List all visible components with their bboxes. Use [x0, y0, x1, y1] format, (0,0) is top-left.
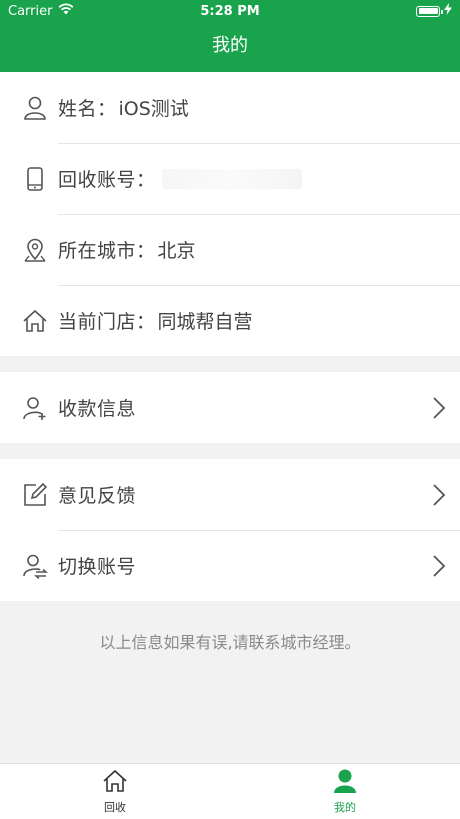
- section-gap: [0, 356, 460, 372]
- profile-label: 回收账号：: [58, 169, 156, 191]
- chevron-right-icon: [432, 372, 446, 443]
- charging-icon: [444, 3, 452, 19]
- tab-label: 我的: [334, 801, 356, 814]
- profile-value: 北京: [157, 240, 196, 262]
- account-value-redacted: [161, 168, 302, 189]
- battery-icon: [416, 5, 443, 17]
- menu-label: 收款信息: [58, 398, 137, 420]
- info-notice: 以上信息如果有误,请联系城市经理。: [99, 633, 361, 652]
- section-gap: [0, 443, 460, 459]
- page-title: 我的: [212, 35, 248, 56]
- home-icon: [102, 768, 128, 799]
- menu-label: 意见反馈: [58, 485, 137, 507]
- switch-user-icon: [22, 553, 48, 579]
- settings-section: 意见反馈 切换账号: [0, 459, 460, 601]
- menu-item-switch-account[interactable]: 切换账号: [0, 530, 460, 601]
- menu-item-feedback[interactable]: 意见反馈: [0, 459, 460, 530]
- person-icon: [22, 95, 48, 121]
- tab-recycle[interactable]: 回收: [0, 764, 230, 819]
- carrier-label: Carrier: [8, 3, 53, 19]
- payment-section: 收款信息: [0, 372, 460, 443]
- profile-value: 同城帮自营: [157, 311, 253, 333]
- profile-label: 所在城市：: [58, 240, 156, 262]
- tab-label: 回收: [104, 801, 126, 814]
- profile-label: 当前门店：: [58, 311, 156, 333]
- profile-row-name: 姓名： iOS测试: [0, 72, 460, 143]
- wifi-icon: [58, 3, 74, 19]
- chevron-right-icon: [432, 530, 446, 601]
- menu-label: 切换账号: [58, 556, 137, 578]
- tab-mine[interactable]: 我的: [230, 764, 460, 819]
- profile-section: 姓名： iOS测试 回收账号： 所在城市： 北京 当前门店： 同城帮自营: [0, 72, 460, 356]
- profile-value: iOS测试: [118, 98, 189, 120]
- profile-label: 姓名：: [58, 98, 117, 120]
- person-add-icon: [22, 395, 48, 421]
- home-icon: [22, 308, 48, 334]
- chevron-right-icon: [432, 459, 446, 530]
- phone-icon: [22, 166, 48, 192]
- edit-icon: [22, 482, 48, 508]
- status-bar: Carrier 5:28 PM: [0, 0, 460, 22]
- header: Carrier 5:28 PM 我的: [0, 0, 460, 72]
- tab-bar: 回收 我的: [0, 763, 460, 819]
- profile-row-account: 回收账号：: [0, 143, 460, 214]
- person-icon: [332, 768, 358, 799]
- profile-row-city: 所在城市： 北京: [0, 214, 460, 285]
- profile-row-store: 当前门店： 同城帮自营: [0, 285, 460, 356]
- menu-item-payment-info[interactable]: 收款信息: [0, 372, 460, 443]
- location-pin-icon: [22, 237, 48, 263]
